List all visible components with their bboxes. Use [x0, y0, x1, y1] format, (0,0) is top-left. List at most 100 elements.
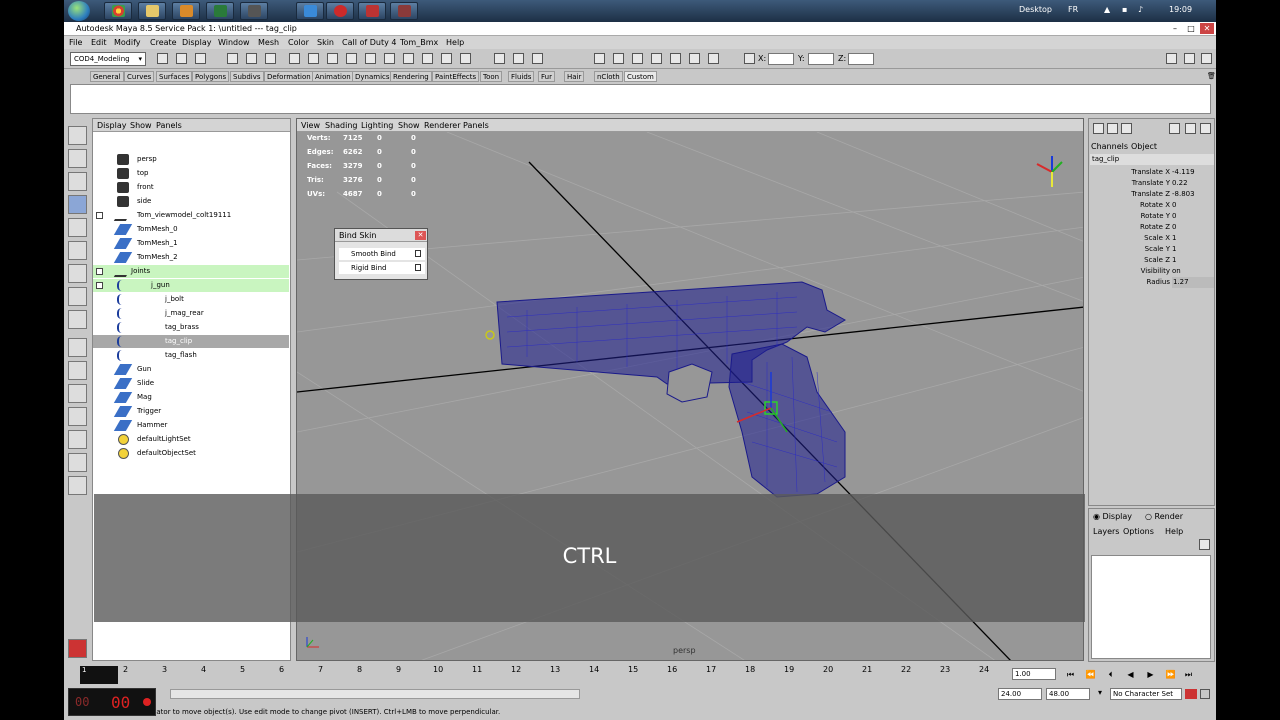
sidebar-toggle-4-icon[interactable] [594, 53, 605, 64]
shelf-tab-hair[interactable]: Hair [564, 71, 585, 82]
z-field[interactable] [848, 53, 874, 65]
snap-point-icon[interactable] [327, 53, 338, 64]
channel-value[interactable]: 0.22 [1172, 178, 1188, 189]
snap-grid-icon[interactable] [289, 53, 300, 64]
outliner-row-viewmodel[interactable]: Tom_viewmodel_colt19111 [93, 209, 289, 222]
taskbar-ie-button[interactable] [296, 2, 324, 20]
outliner-menu-panels[interactable]: Panels [156, 121, 182, 130]
tray-network-icon[interactable]: ▪ [1122, 5, 1127, 14]
shelf-tab-ncloth[interactable]: nCloth [594, 71, 623, 82]
outliner-row-slide[interactable]: Slide [93, 377, 289, 390]
history-icon[interactable] [384, 53, 395, 64]
persp-graph-layout-icon[interactable] [68, 407, 87, 426]
viewport-menu-shading[interactable]: Shading [325, 121, 358, 130]
taskbar-chrome-button[interactable] [104, 2, 132, 20]
channel-row[interactable]: Visibility on [1090, 266, 1214, 277]
paint-select-tool-icon[interactable] [68, 172, 87, 191]
menu-display[interactable]: Display [182, 38, 212, 47]
rigid-bind-item[interactable]: Rigid Bind [339, 262, 425, 274]
channel-row[interactable]: Scale Y1 [1090, 244, 1214, 255]
animation-preferences-icon[interactable] [1200, 689, 1210, 699]
taskbar-explorer-button[interactable] [138, 2, 166, 20]
channel-value[interactable]: 1 [1172, 244, 1176, 255]
start-button[interactable] [68, 1, 90, 21]
outliner-row-tommesh2[interactable]: TomMesh_2 [93, 251, 289, 264]
layer-menu-layers[interactable]: Layers [1093, 527, 1119, 536]
menu-color[interactable]: Color [288, 38, 309, 47]
select-object-icon[interactable] [246, 53, 257, 64]
shelf-tab-dynamics[interactable]: Dynamics [352, 71, 393, 82]
sidebar-toggle-3-icon[interactable] [532, 53, 543, 64]
channel-value[interactable]: -4.119 [1172, 167, 1195, 178]
tool-settings-icon[interactable] [1169, 123, 1180, 134]
channel-row[interactable]: Radius 1.27 [1090, 277, 1214, 288]
select-component-icon[interactable] [265, 53, 276, 64]
close-button[interactable]: ✕ [1200, 23, 1214, 34]
expand-toggle-icon[interactable] [96, 282, 103, 289]
scale-tool-icon[interactable] [68, 241, 87, 260]
taskbar-maya-button[interactable] [358, 2, 386, 20]
outliner-row-j-bolt[interactable]: j_bolt [93, 293, 289, 306]
help-icon[interactable] [403, 53, 414, 64]
outliner-row-joints[interactable]: Joints [93, 265, 289, 278]
shelf-tab-toon[interactable]: Toon [480, 71, 503, 82]
channel-row[interactable]: Rotate Z0 [1090, 222, 1214, 233]
x-field[interactable] [768, 53, 794, 65]
universal-manipulator-icon[interactable] [68, 264, 87, 283]
show-channel-box-icon[interactable] [1201, 53, 1212, 64]
shelf-tab-general[interactable]: General [90, 71, 124, 82]
tray-volume-icon[interactable]: ♪ [1138, 5, 1143, 14]
lasso-tool-icon[interactable] [68, 149, 87, 168]
render-radio[interactable]: ○ Render [1145, 512, 1183, 521]
transform-input-icon[interactable] [744, 53, 755, 64]
shelf-tab-fur[interactable]: Fur [538, 71, 555, 82]
outliner-row-trigger[interactable]: Trigger [93, 405, 289, 418]
shelf-tab-polygons[interactable]: Polygons [192, 71, 230, 82]
sidebar-toggle-5-icon[interactable] [613, 53, 624, 64]
option-box-icon[interactable] [415, 250, 421, 257]
node-name[interactable]: tag_clip [1090, 154, 1214, 165]
shelf-tab-deformation[interactable]: Deformation [264, 71, 314, 82]
shelf-tab-surfaces[interactable]: Surfaces [156, 71, 193, 82]
channel-box-icon[interactable] [1093, 123, 1104, 134]
menu-mesh[interactable]: Mesh [258, 38, 279, 47]
character-set-select[interactable]: No Character Set [1110, 688, 1182, 700]
outliner-row-persp[interactable]: persp [93, 153, 289, 166]
taskbar-app3-button[interactable] [326, 2, 354, 20]
sidebar-toggle-8-icon[interactable] [670, 53, 681, 64]
open-scene-icon[interactable] [176, 53, 187, 64]
auto-key-icon[interactable] [1185, 689, 1197, 699]
persp-outliner-layout-icon[interactable] [68, 384, 87, 403]
step-forward-frame-icon[interactable]: ⏩ [1164, 669, 1177, 681]
layer-list[interactable] [1091, 555, 1211, 659]
channel-row[interactable]: Translate Y 0.22 [1090, 178, 1214, 189]
channels-tab[interactable]: Channels [1091, 142, 1128, 151]
snap-curve-icon[interactable] [308, 53, 319, 64]
viewport-menu-show[interactable]: Show [398, 121, 420, 130]
channel-row[interactable]: Translate X -4.119 [1090, 167, 1214, 178]
smooth-bind-item[interactable]: Smooth Bind [339, 248, 425, 260]
snap-plane-icon[interactable] [346, 53, 357, 64]
shelf-tab-fluids[interactable]: Fluids [508, 71, 535, 82]
mode-select[interactable]: COD4_Modeling ▾ [70, 52, 146, 66]
outliner-row-hammer[interactable]: Hammer [93, 419, 289, 432]
shelf-tab-subdivs[interactable]: Subdivs [230, 71, 264, 82]
sidebar-toggle-9-icon[interactable] [689, 53, 700, 64]
viewport-menu-lighting[interactable]: Lighting [361, 121, 393, 130]
single-perspective-layout-icon[interactable] [68, 338, 87, 357]
taskbar-app4-button[interactable] [390, 2, 418, 20]
make-live-icon[interactable] [365, 53, 376, 64]
taskbar-media-button[interactable] [172, 2, 200, 20]
viewport-menu-panels[interactable]: Panels [463, 121, 489, 130]
y-field[interactable] [808, 53, 834, 65]
outliner-row-tommesh0[interactable]: TomMesh_0 [93, 223, 289, 236]
tray-desktop[interactable]: Desktop [1019, 5, 1052, 14]
save-scene-icon[interactable] [195, 53, 206, 64]
menu-call-of-duty-4[interactable]: Call of Duty 4 [342, 38, 396, 47]
trash-icon[interactable]: 🗑 [1205, 71, 1218, 82]
outliner-menu-show[interactable]: Show [130, 121, 152, 130]
menu-modify[interactable]: Modify [114, 38, 141, 47]
outliner-row-default-light-set[interactable]: defaultLightSet [93, 433, 289, 446]
rotate-tool-icon[interactable] [68, 218, 87, 237]
channel-value[interactable]: on [1172, 266, 1181, 277]
